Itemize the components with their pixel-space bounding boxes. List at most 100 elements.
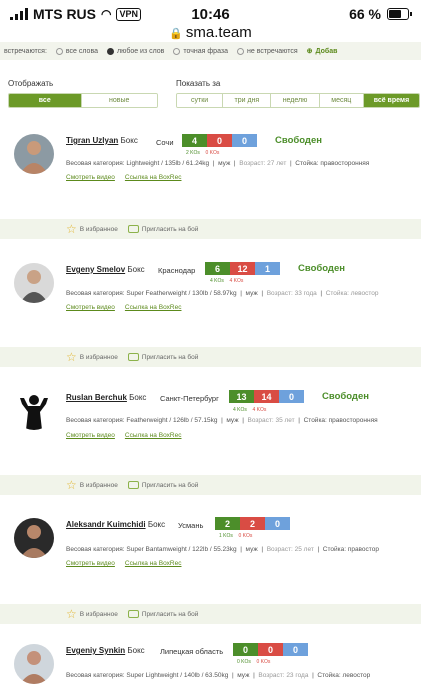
fighter-name-link[interactable]: Ruslan Berchuk [66, 393, 127, 402]
weight-class: Весовая категория: Super Featherweight /… [66, 290, 237, 297]
weight-class: Весовая категория: Super Bantamweight / … [66, 546, 237, 553]
fighter-sex: муж [245, 290, 258, 297]
fighter-links: Смотреть видео Ссылка на BoxRec [66, 304, 192, 311]
fighter-stance: Стойка: левостор [325, 290, 379, 297]
fighter-record: 400 [182, 134, 257, 147]
radio-not-present[interactable]: не встречаются [236, 47, 298, 55]
star-icon: ☆ [66, 222, 77, 236]
favorite-button[interactable]: ☆ В избранное [66, 608, 118, 620]
radio-icon [236, 47, 244, 55]
status-bar: MTS RUS ◠ VPN 10:46 66 % [0, 0, 421, 24]
period-day-button[interactable]: сутки [177, 94, 224, 107]
fighter-name-line: Ruslan Berchuk Бокс [66, 393, 146, 402]
losses-count: 14 [254, 390, 279, 403]
fighter-avatar[interactable] [14, 644, 54, 684]
battery-group: 66 % [349, 6, 412, 22]
display-label: Отображать [8, 79, 54, 88]
favorite-label: В избранное [79, 481, 118, 489]
fighter-name-link[interactable]: Evgeny Smelov [66, 265, 125, 274]
star-icon: ☆ [66, 607, 77, 621]
ko-losses: 0 KOs [205, 150, 220, 156]
favorite-button[interactable]: ☆ В избранное [66, 479, 118, 491]
display-new-button[interactable]: новые [81, 94, 157, 107]
invite-button[interactable]: Пригласить на бой [127, 353, 199, 361]
fighter-sport: Бокс [127, 646, 145, 655]
boxrec-link[interactable]: Ссылка на BoxRec [125, 560, 182, 567]
add-filter-label: Добав [315, 47, 338, 55]
fighter-record: 220 [215, 517, 290, 530]
favorite-button[interactable]: ☆ В избранное [66, 351, 118, 363]
fighter-stance: Стойка: левостор [317, 672, 371, 679]
period-all-time-button[interactable]: всё время [363, 94, 419, 107]
period-toggle: сутки три дня неделю месяц всё время [176, 93, 420, 108]
draws-count: 0 [265, 517, 290, 530]
period-label: Показать за [176, 79, 221, 88]
radio-icon [55, 47, 63, 55]
fighter-name-link[interactable]: Aleksandr Kuimchidi [66, 520, 146, 529]
radio-all-words[interactable]: все слова [55, 47, 98, 55]
invite-button[interactable]: Пригласить на бой [127, 225, 199, 233]
fighter-info: Весовая категория: Super Bantamweight / … [66, 546, 379, 553]
availability-status: Свободен [275, 135, 322, 146]
favorite-button[interactable]: ☆ В избранное [66, 223, 118, 235]
plus-icon: ⊕ [306, 48, 313, 55]
fighter-info: Весовая категория: Super Lightweight / 1… [66, 672, 371, 679]
fighter-info: Весовая категория: Super Featherweight /… [66, 290, 379, 297]
invite-label: Пригласить на бой [141, 481, 199, 489]
wins-count: 13 [229, 390, 254, 403]
ko-losses: 0 KOs [238, 533, 253, 539]
ko-stats: 4 KOs 4 KOs [210, 278, 243, 284]
watch-video-link[interactable]: Смотреть видео [66, 432, 115, 439]
url-text: sma.team [185, 24, 252, 41]
fighter-sport: Бокс [127, 265, 145, 274]
fighter-avatar[interactable] [14, 263, 54, 303]
fighter-avatar[interactable] [14, 134, 54, 174]
boxrec-link[interactable]: Ссылка на BoxRec [125, 174, 182, 181]
chat-icon [127, 610, 139, 618]
wins-count: 2 [215, 517, 240, 530]
period-month-button[interactable]: месяц [319, 94, 364, 107]
favorite-label: В избранное [79, 225, 118, 233]
watch-video-link[interactable]: Смотреть видео [66, 560, 115, 567]
fighter-age: Возраст: 33 года [266, 290, 317, 297]
card-action-bar: ☆ В избранное Пригласить на бой [0, 347, 421, 367]
boxrec-link[interactable]: Ссылка на BoxRec [125, 304, 182, 311]
url-bar[interactable]: 🔒 sma.team [0, 24, 421, 42]
fighter-avatar[interactable] [14, 390, 54, 430]
invite-label: Пригласить на бой [141, 353, 199, 361]
radio-label: не встречаются [246, 47, 298, 55]
ko-wins: 4 KOs [210, 278, 224, 284]
favorite-label: В избранное [79, 610, 118, 618]
period-three-days-button[interactable]: три дня [223, 94, 272, 107]
invite-button[interactable]: Пригласить на бой [127, 610, 198, 618]
boxrec-link[interactable]: Ссылка на BoxRec [125, 432, 182, 439]
fighter-avatar[interactable] [14, 518, 54, 558]
star-icon: ☆ [66, 478, 77, 492]
add-filter-button[interactable]: ⊕ Добав [306, 47, 338, 56]
fighter-age: Возраст: 23 года [258, 672, 309, 679]
ko-losses: 0 KOs [256, 659, 271, 665]
fighter-stance: Стойка: правосторонняя [303, 417, 378, 424]
invite-button[interactable]: Пригласить на бой [127, 481, 199, 489]
losses-count: 2 [240, 517, 265, 530]
fighter-stance: Стойка: правостор [322, 546, 379, 553]
ko-stats: 0 KOs 0 KOs [237, 659, 270, 665]
period-week-button[interactable]: неделю [271, 94, 320, 107]
draws-count: 0 [279, 390, 304, 403]
fighter-name-line: Evgeniy Synkin Бокс [66, 646, 145, 655]
watch-video-link[interactable]: Смотреть видео [66, 304, 115, 311]
ko-stats: 1 KOs 0 KOs [219, 533, 252, 539]
fighter-name-link[interactable]: Evgeniy Synkin [66, 646, 125, 655]
display-all-button[interactable]: все [9, 94, 82, 107]
fighter-sex: муж [226, 417, 239, 424]
watch-video-link[interactable]: Смотреть видео [66, 174, 115, 181]
chat-icon [127, 481, 139, 489]
fighter-links: Смотреть видео Ссылка на BoxRec [66, 432, 192, 439]
fighter-name-link[interactable]: Tigran Uzlyan [66, 136, 118, 145]
display-toggle: все новые [8, 93, 158, 108]
match-filter: встречаются: все слова любое из слов точ… [0, 42, 421, 60]
fighter-record: 000 [233, 643, 308, 656]
radio-any-word[interactable]: любое из слов [106, 47, 164, 55]
radio-exact-phrase[interactable]: точная фраза [173, 47, 228, 55]
invite-label: Пригласить на бой [141, 225, 199, 233]
